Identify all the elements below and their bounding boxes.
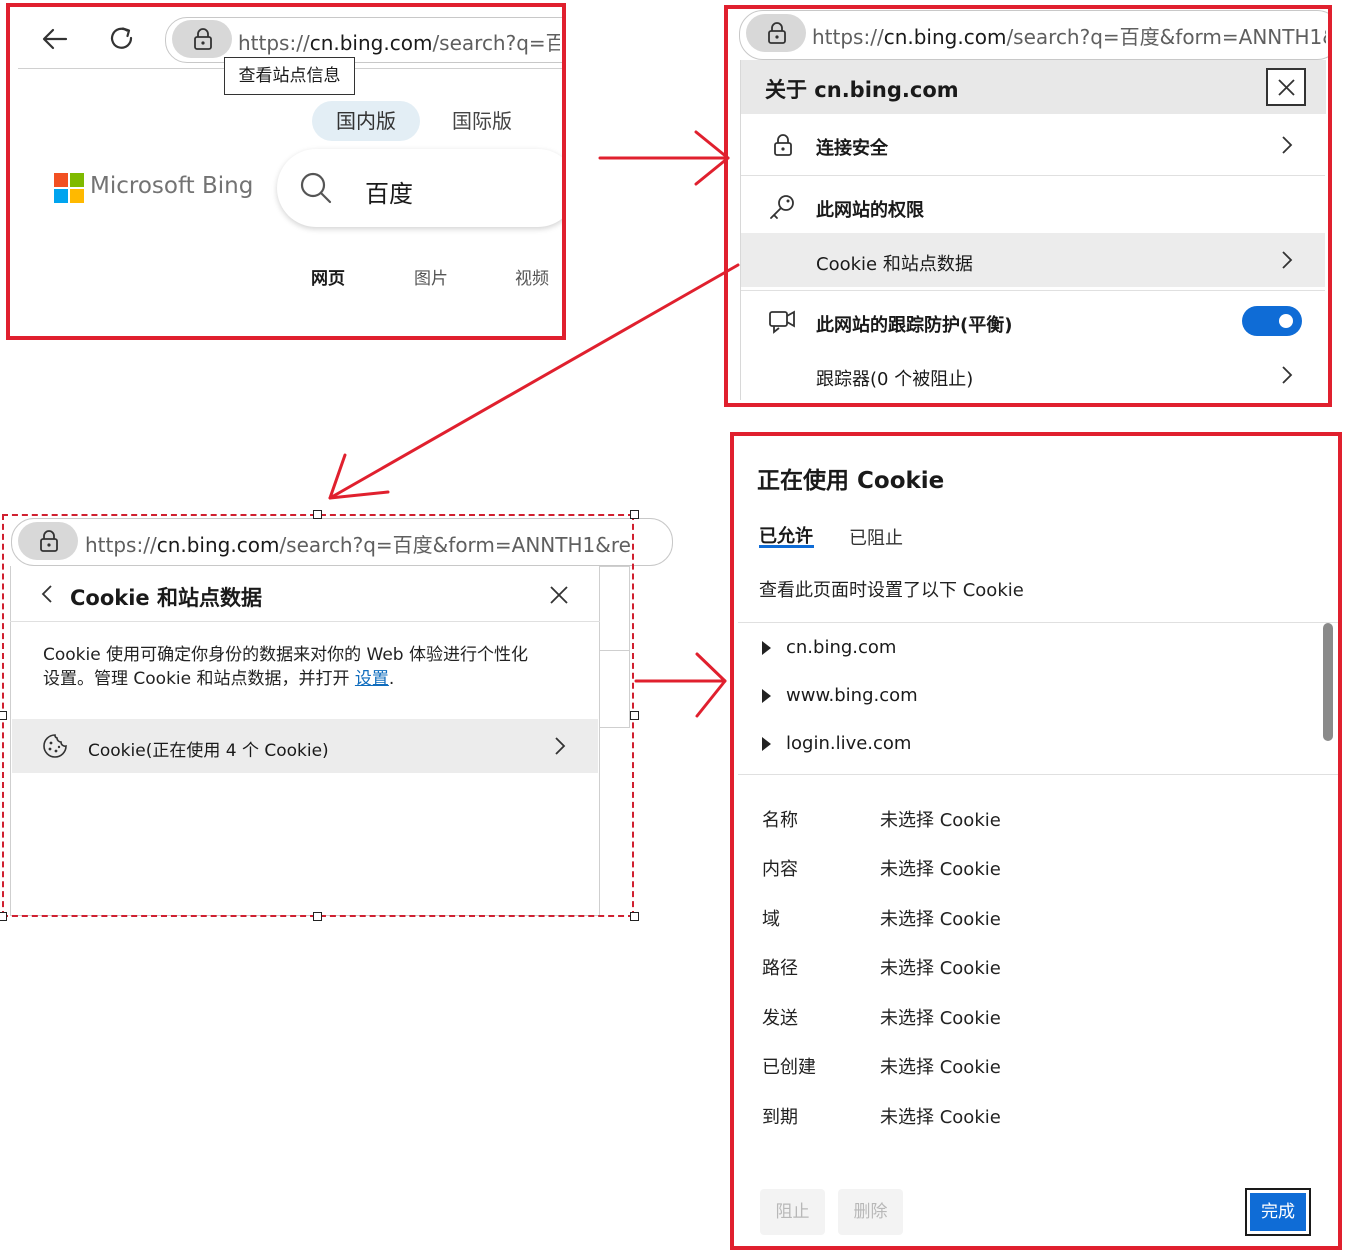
arrow-3-head (695, 652, 727, 718)
arrow-2-shaft (328, 263, 740, 500)
annotation-arrows (328, 130, 740, 718)
